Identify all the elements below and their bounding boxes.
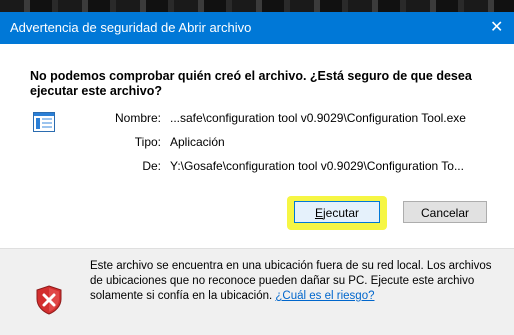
type-value: Aplicación (170, 135, 225, 149)
type-label: Tipo: (134, 135, 161, 149)
from-value: Y:\Gosafe\configuration tool v0.9029\Con… (170, 159, 464, 173)
cancel-button[interactable]: Cancelar (403, 201, 487, 223)
close-icon[interactable]: ✕ (490, 12, 514, 44)
screen: Advertencia de seguridad de Abrir archiv… (0, 0, 514, 335)
background-strip (0, 0, 514, 12)
risk-link[interactable]: ¿Cuál es el riesgo? (275, 290, 374, 302)
dialog-footer: Este archivo se encuentra en una ubicaci… (0, 248, 514, 335)
footer-warning-text: Este archivo se encuentra en una ubicaci… (90, 259, 506, 304)
dialog-titlebar: Advertencia de seguridad de Abrir archiv… (0, 12, 514, 44)
shield-warning-icon (34, 285, 64, 315)
from-label: De: (142, 159, 161, 173)
application-window-icon (33, 112, 55, 132)
name-value: ...safe\configuration tool v0.9029\Confi… (170, 111, 466, 125)
name-label: Nombre: (114, 111, 161, 125)
security-question: No podemos comprobar quién creó el archi… (30, 69, 472, 98)
run-button[interactable]: Ejecutar (294, 201, 380, 223)
dialog-body: No podemos comprobar quién creó el archi… (0, 44, 514, 248)
dialog-title: Advertencia de seguridad de Abrir archiv… (10, 20, 252, 35)
run-button-label: Ejecutar (314, 206, 360, 220)
